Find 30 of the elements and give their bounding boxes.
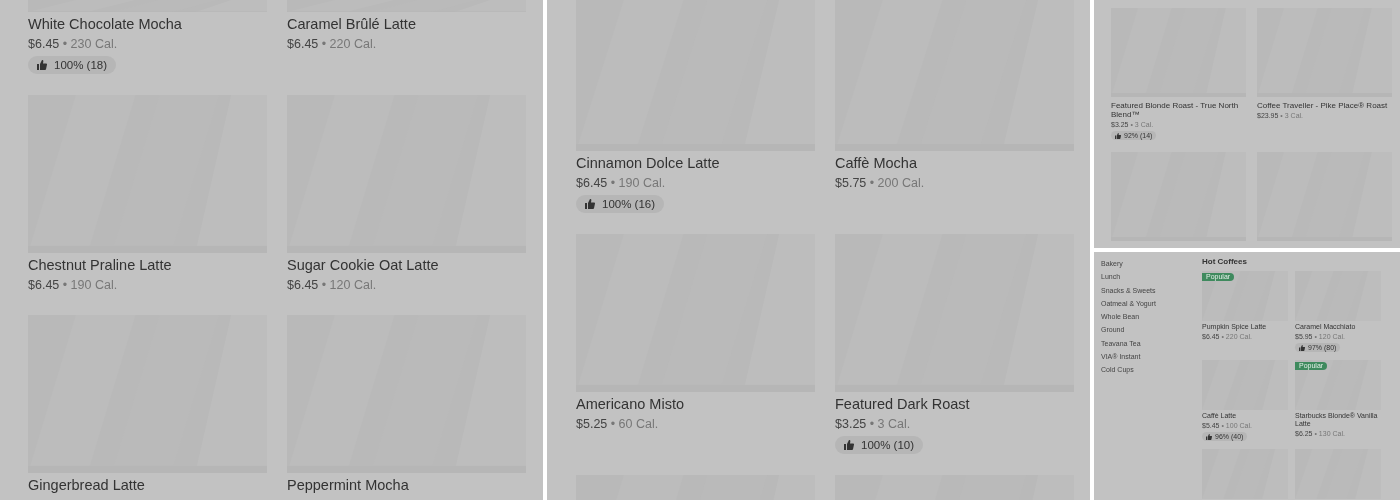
- thumbs-up-icon: [1206, 433, 1212, 440]
- thumbs-up-icon: [37, 60, 47, 70]
- thumbs-up-icon: [585, 199, 595, 209]
- rating-badge: 100% (16): [576, 195, 665, 213]
- thumbs-up-icon: [1115, 132, 1121, 139]
- item-price: $6.45 • 220 Cal.: [287, 36, 377, 53]
- item-name[interactable]: Sugar Cookie Oat Latte: [287, 256, 439, 274]
- item-price: $6.45 • 190 Cal.: [28, 277, 118, 294]
- item-name[interactable]: Caffè Mocha: [835, 154, 917, 172]
- section-heading: Hot Coffees: [1202, 257, 1247, 267]
- item-name[interactable]: Cinnamon Dolce Latte: [576, 154, 720, 172]
- item-name[interactable]: Featured Dark Roast: [835, 395, 970, 413]
- item-name[interactable]: White Chocolate Mocha: [28, 15, 182, 33]
- thumbs-up-icon: [844, 440, 854, 450]
- item-price: $6.45 • 230 Cal.: [28, 36, 118, 53]
- item-price: $5.25 • 60 Cal.: [576, 416, 659, 433]
- item-name[interactable]: Coffee Traveller - Pike Place® Roast: [1257, 101, 1388, 110]
- item-price: $6.45 • 120 Cal.: [287, 277, 377, 294]
- rating-badge: 100% (18): [28, 56, 117, 74]
- rating-badge: 100% (10): [835, 436, 924, 454]
- item-name[interactable]: Chestnut Praline Latte: [28, 256, 172, 274]
- item-name[interactable]: Caramel Brûlé Latte: [287, 15, 416, 33]
- item-name[interactable]: Featured Blonde Roast - True North Blend™: [1111, 101, 1246, 119]
- item-name[interactable]: Peppermint Mocha: [287, 476, 409, 494]
- item-name[interactable]: Gingerbread Latte: [28, 476, 145, 494]
- item-price: $3.25 • 3 Cal.: [835, 416, 911, 433]
- item-price: $5.75 • 200 Cal.: [835, 175, 925, 192]
- thumbs-up-icon: [1299, 344, 1305, 351]
- item-name[interactable]: Americano Misto: [576, 395, 684, 413]
- item-price: $6.45 • 190 Cal.: [576, 175, 666, 192]
